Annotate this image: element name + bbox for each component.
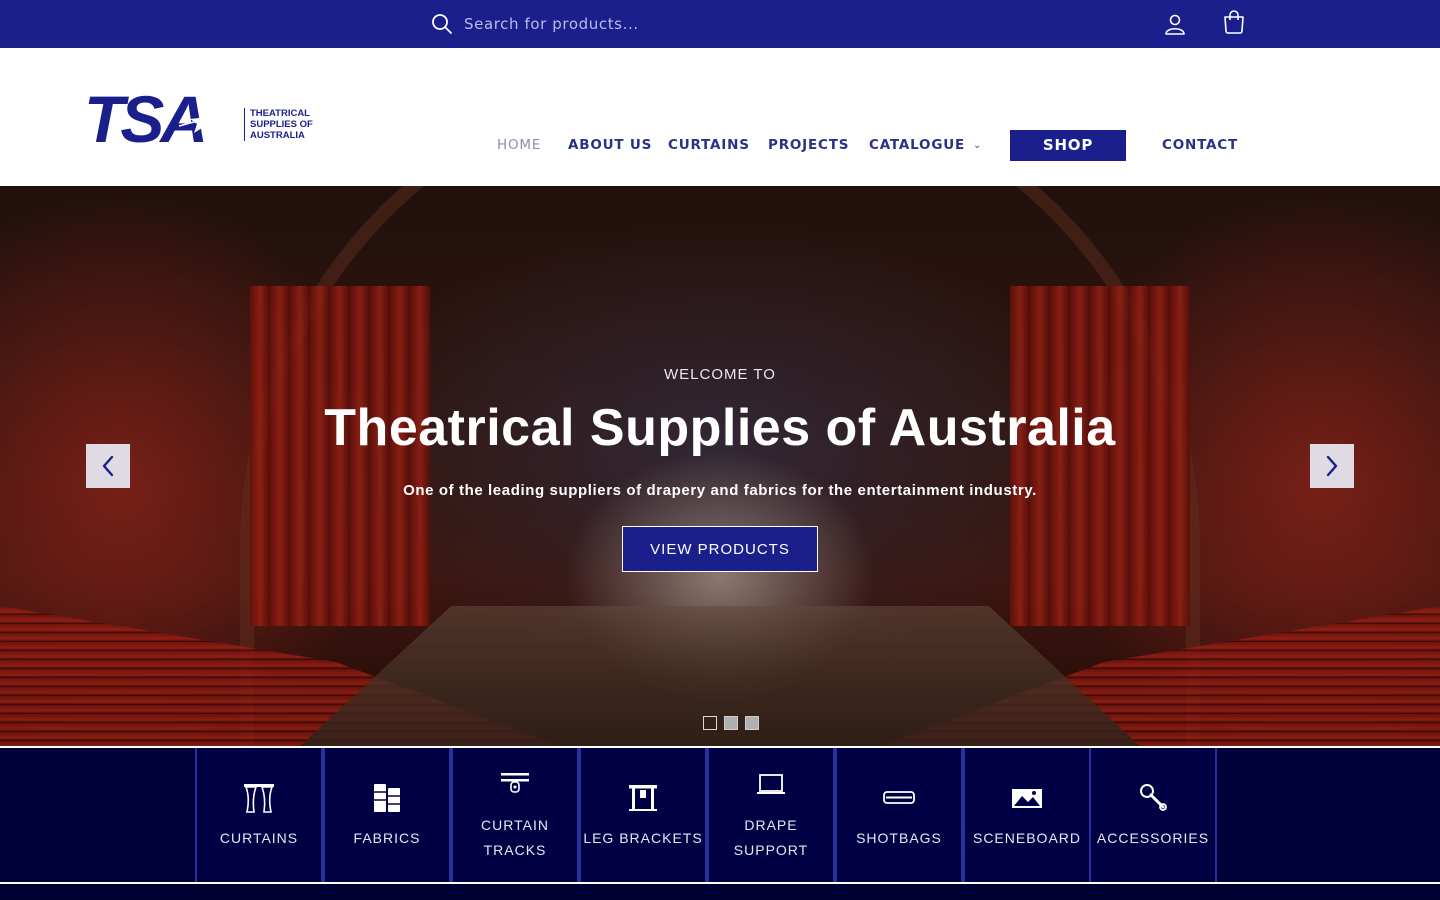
curtains-icon	[244, 783, 274, 813]
chevron-down-icon: ⌄	[972, 140, 983, 151]
logo-tagline-line: SUPPLIES OF	[250, 119, 313, 130]
category-label: ACCESSORIES	[1096, 829, 1210, 846]
sceneboard-icon	[1012, 788, 1042, 808]
nav-contact[interactable]: CONTACT	[1162, 130, 1238, 160]
slider-dot[interactable]	[703, 716, 717, 730]
shop-button[interactable]: SHOP	[1010, 130, 1126, 161]
category-shotbags[interactable]: SHOTBAGS	[835, 748, 963, 882]
category-label: DRAPE SUPPORT	[733, 817, 809, 858]
accessories-icon	[1140, 783, 1167, 811]
nav-catalogue[interactable]: CATALOGUE ⌄	[869, 130, 982, 160]
category-curtain-tracks[interactable]: CURTAIN TRACKS	[451, 748, 579, 882]
hero-eyebrow: WELCOME TO	[664, 366, 776, 383]
account-icon[interactable]	[1162, 11, 1188, 37]
nav-catalogue-label: CATALOGUE	[869, 137, 965, 153]
search-icon[interactable]	[430, 12, 454, 36]
search-input[interactable]	[464, 15, 824, 33]
site-header: TSA THEATRICAL SUPPLIES OF AUSTRALIA HOM…	[0, 48, 1440, 186]
tsa-logo-mark: TSA	[84, 82, 225, 156]
hero-title: Theatrical Supplies of Australia	[324, 399, 1116, 457]
category-leg-brackets[interactable]: LEG BRACKETS	[579, 748, 707, 882]
slider-dot[interactable]	[745, 716, 759, 730]
category-label: FABRICS	[353, 829, 421, 846]
leg-bracket-icon	[629, 784, 657, 811]
category-fabrics[interactable]: FABRICS	[323, 748, 451, 882]
category-curtains[interactable]: CURTAINS	[195, 748, 323, 882]
slider-dots	[703, 716, 759, 730]
hero-subtitle: One of the leading suppliers of drapery …	[403, 482, 1037, 499]
category-bar: CURTAINS FABRICS CURTAIN TRACKS LEG BRAC…	[0, 746, 1440, 884]
hero-overlay	[0, 186, 1440, 746]
search-bar[interactable]	[430, 8, 850, 40]
logo-tagline-line: THEATRICAL	[250, 108, 310, 119]
category-drape-support[interactable]: DRAPE SUPPORT	[707, 748, 835, 882]
logo-tagline-line: AUSTRALIA	[250, 130, 305, 141]
logo-tagline: THEATRICAL SUPPLIES OF AUSTRALIA	[244, 108, 324, 141]
nav-about-us[interactable]: ABOUT US	[568, 130, 652, 160]
svg-text:TSA: TSA	[84, 88, 204, 148]
view-products-button[interactable]: VIEW PRODUCTS	[622, 526, 818, 572]
shotbag-icon	[883, 790, 915, 804]
chevron-right-icon	[1326, 455, 1338, 477]
category-label: SCENEBOARD	[972, 829, 1082, 846]
fabrics-icon	[374, 783, 400, 812]
category-accessories[interactable]: ACCESSORIES	[1089, 748, 1217, 882]
nav-curtains[interactable]: CURTAINS	[668, 130, 750, 160]
category-sceneboard[interactable]: SCENEBOARD	[963, 748, 1091, 882]
slider-prev-button[interactable]	[86, 444, 130, 488]
curtain-track-icon	[501, 773, 529, 793]
logo[interactable]: TSA THEATRICAL SUPPLIES OF AUSTRALIA	[84, 82, 324, 156]
category-label: CURTAINS	[219, 829, 299, 846]
hero-slider: WELCOME TO Theatrical Supplies of Austra…	[0, 186, 1440, 746]
nav-home[interactable]: HOME	[497, 130, 541, 160]
cart-icon[interactable]	[1221, 9, 1247, 35]
slider-next-button[interactable]	[1310, 444, 1354, 488]
top-bar	[0, 0, 1440, 48]
drape-support-icon	[757, 774, 785, 794]
nav-projects[interactable]: PROJECTS	[768, 130, 849, 160]
category-label: SHOTBAGS	[856, 829, 942, 846]
category-label: LEG BRACKETS	[583, 829, 703, 846]
category-label: CURTAIN TRACKS	[481, 817, 549, 858]
chevron-left-icon	[102, 455, 114, 477]
slider-dot[interactable]	[724, 716, 738, 730]
